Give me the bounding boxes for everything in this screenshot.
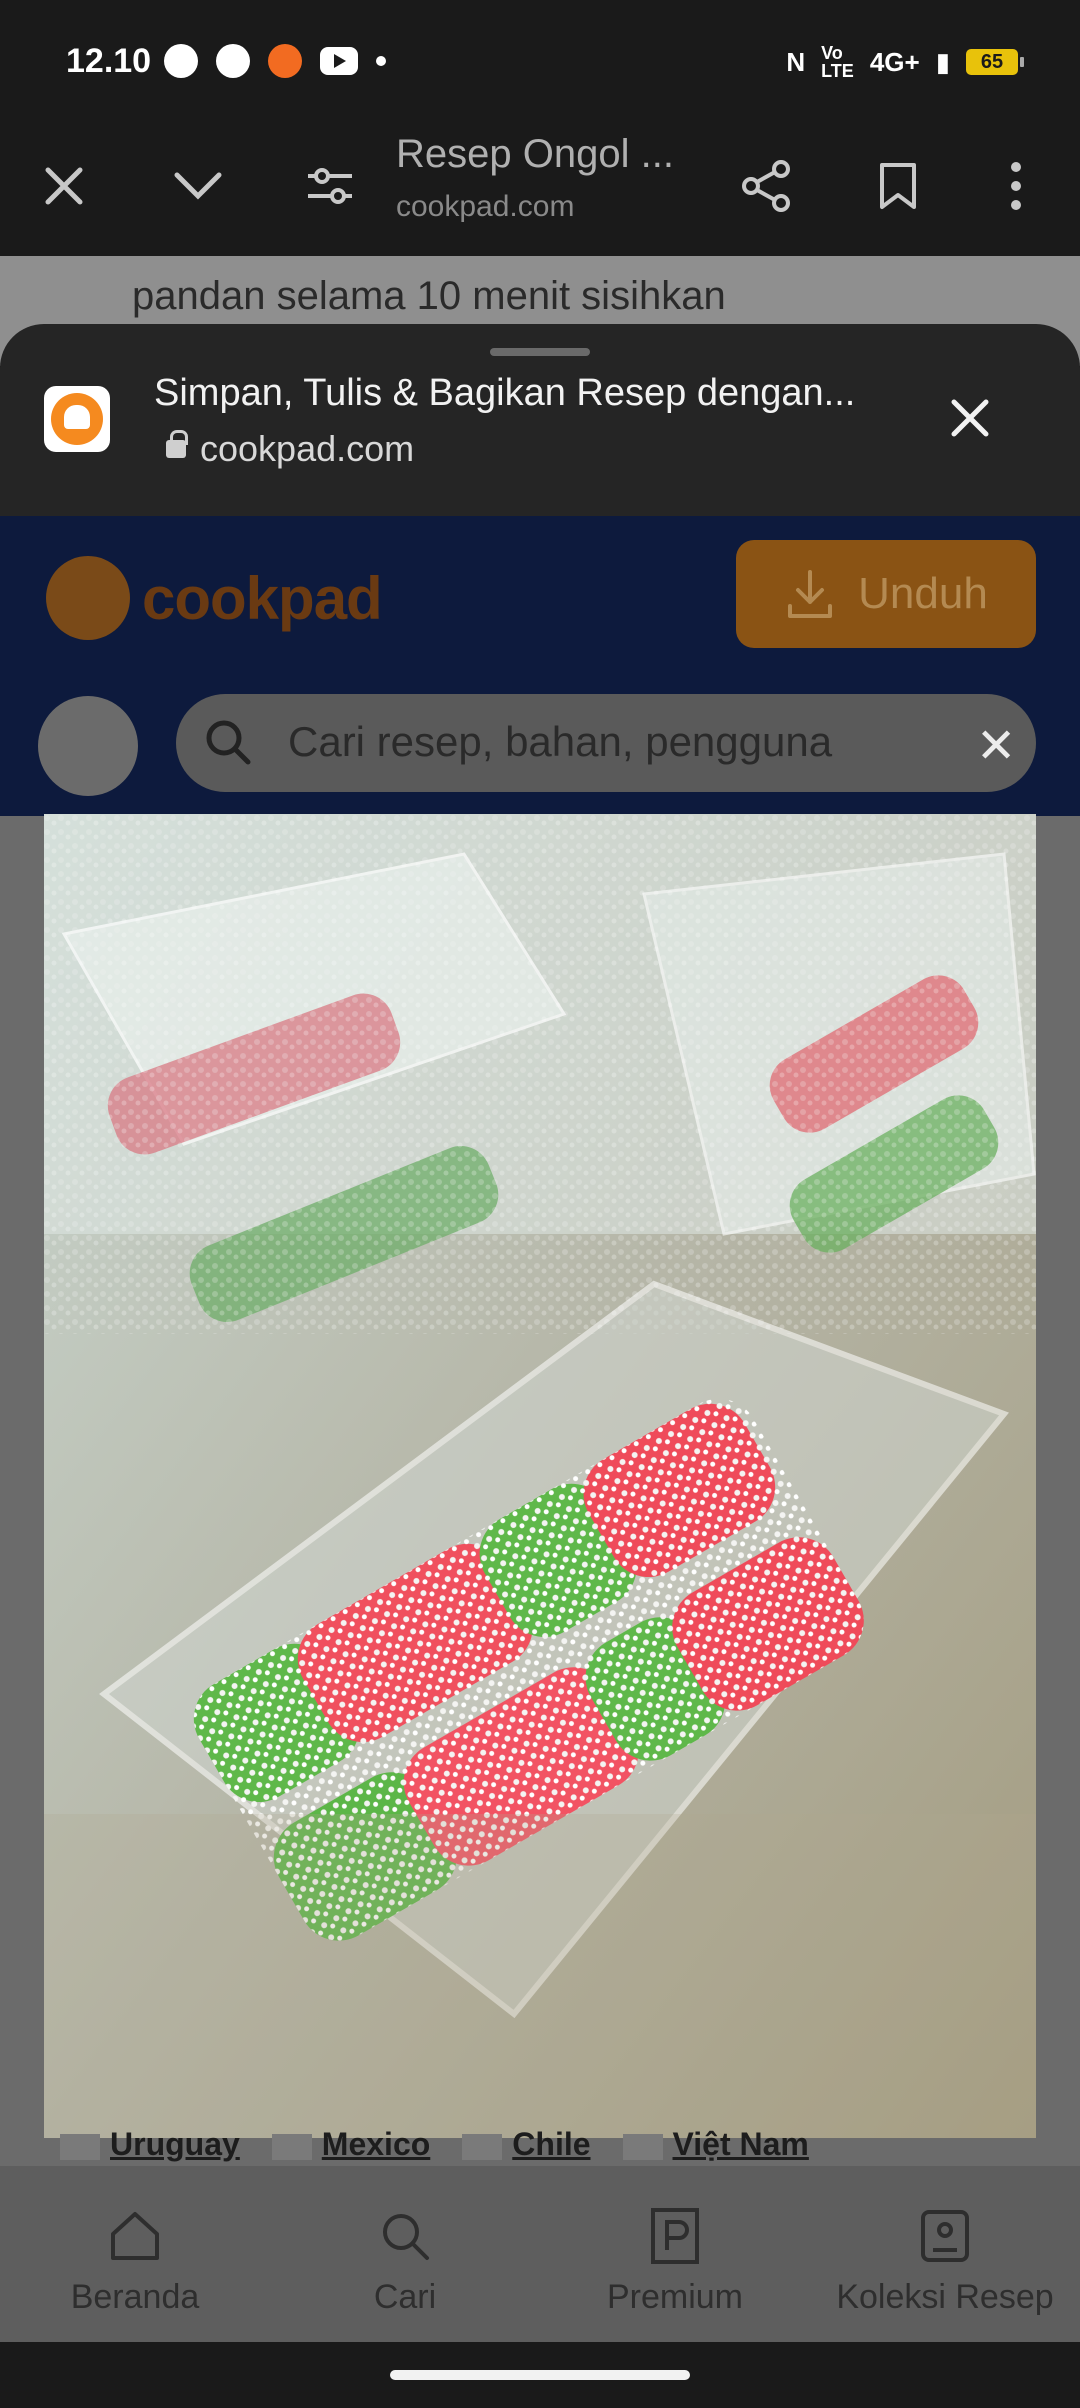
- chat-icon: [216, 44, 250, 78]
- nav-label: Premium: [606, 2278, 744, 2316]
- nav-item-koleksi[interactable]: Koleksi Resep: [810, 2166, 1080, 2342]
- more-notifications-icon: [376, 56, 386, 66]
- home-icon: [111, 2212, 159, 2260]
- recipe-photo[interactable]: [44, 814, 1036, 2138]
- bookmark-button[interactable]: [866, 154, 930, 218]
- sheet-close-button[interactable]: [940, 388, 1000, 448]
- country-link[interactable]: Việt Nam: [622, 2126, 809, 2163]
- close-icon: [45, 167, 83, 205]
- flag-icon: [622, 2133, 663, 2160]
- site-header: cookpad Unduh Cari resep, bahan, penggun…: [0, 516, 1080, 816]
- bookmark-icon: [880, 163, 916, 209]
- status-right: N Vo LTE 4G+ ▮ 65: [786, 43, 1024, 81]
- close-tab-button[interactable]: [32, 154, 96, 218]
- app-banner-sheet: Simpan, Tulis & Bagikan Resep dengan... …: [0, 324, 1080, 516]
- flag-icon: [60, 2133, 100, 2160]
- country-links: Uruguay Mexico Chile Việt Nam: [60, 2126, 809, 2163]
- close-icon: [951, 399, 989, 437]
- nav-label: Beranda: [70, 2278, 200, 2316]
- more-options-button[interactable]: [984, 154, 1048, 218]
- step-text: pandan selama 10 menit sisihkan: [132, 274, 726, 318]
- nav-item-cari[interactable]: Cari: [270, 2166, 540, 2342]
- sheet-title[interactable]: Simpan, Tulis & Bagikan Resep dengan...: [154, 372, 855, 415]
- cookpad-app-icon: [44, 386, 110, 452]
- search-icon: [206, 720, 251, 765]
- brand-name: cookpad: [142, 565, 383, 632]
- sheet-url-text: cookpad.com: [200, 428, 415, 469]
- nav-item-beranda[interactable]: Beranda: [0, 2166, 270, 2342]
- country-link[interactable]: Uruguay: [60, 2126, 240, 2163]
- chevron-down-icon: [174, 172, 222, 200]
- nfc-icon: N: [786, 46, 806, 77]
- collection-icon: [921, 2210, 969, 2262]
- search-icon: [383, 2214, 429, 2260]
- status-bar: 12.10 N Vo LTE 4G+ ▮ 65: [0, 0, 1080, 118]
- search-input[interactable]: Cari resep, bahan, pengguna ✕: [176, 694, 1036, 792]
- country-link[interactable]: Chile: [462, 2126, 591, 2163]
- battery-icon: 65: [966, 49, 1024, 75]
- status-time: 12.10: [66, 42, 152, 80]
- sheet-url: cookpad.com: [154, 428, 414, 470]
- nav-item-premium[interactable]: Premium: [540, 2166, 810, 2342]
- tune-icon: [308, 168, 352, 204]
- system-gesture-bar: [0, 2342, 1080, 2408]
- network-label: 4G+: [869, 46, 920, 77]
- shopee-icon: [268, 44, 302, 78]
- notification-icons: [164, 44, 386, 78]
- flag-icon: [462, 2133, 503, 2160]
- clear-search-button[interactable]: ✕: [976, 718, 1016, 774]
- share-button[interactable]: [734, 154, 798, 218]
- share-icon: [742, 160, 790, 212]
- recipe-photo-image: [44, 814, 1036, 2138]
- site-settings-button[interactable]: [298, 154, 362, 218]
- home-gesture-handle[interactable]: [390, 2370, 690, 2380]
- whatsapp-icon: [164, 44, 198, 78]
- download-icon: [788, 570, 833, 618]
- page-title: Resep Ongol ...: [396, 132, 674, 176]
- flag-icon: [271, 2133, 312, 2160]
- chef-hat-icon: [51, 393, 103, 445]
- premium-icon: [651, 2208, 699, 2264]
- page-url: cookpad.com: [396, 190, 575, 223]
- download-button[interactable]: Unduh: [736, 540, 1036, 648]
- country-link[interactable]: Mexico: [271, 2126, 430, 2163]
- bottom-navigation: Beranda Cari Premium Koleksi Resep: [0, 2166, 1080, 2342]
- more-vert-icon: [1011, 162, 1021, 210]
- cookpad-logo-icon: [46, 556, 130, 640]
- nav-label: Koleksi Resep: [836, 2278, 1054, 2316]
- drag-handle[interactable]: [490, 348, 590, 356]
- avatar[interactable]: [38, 696, 138, 796]
- nav-label: Cari: [373, 2278, 437, 2316]
- lock-icon: [166, 430, 188, 458]
- browser-toolbar: Resep Ongol ... cookpad.com: [0, 118, 1080, 256]
- signal-icon: ▮: [935, 46, 950, 77]
- volte-icon: Vo LTE: [821, 43, 854, 81]
- youtube-icon: [320, 47, 358, 75]
- search-placeholder: Cari resep, bahan, pengguna: [288, 718, 833, 765]
- download-label: Unduh: [858, 569, 988, 618]
- minimize-button[interactable]: [166, 154, 230, 218]
